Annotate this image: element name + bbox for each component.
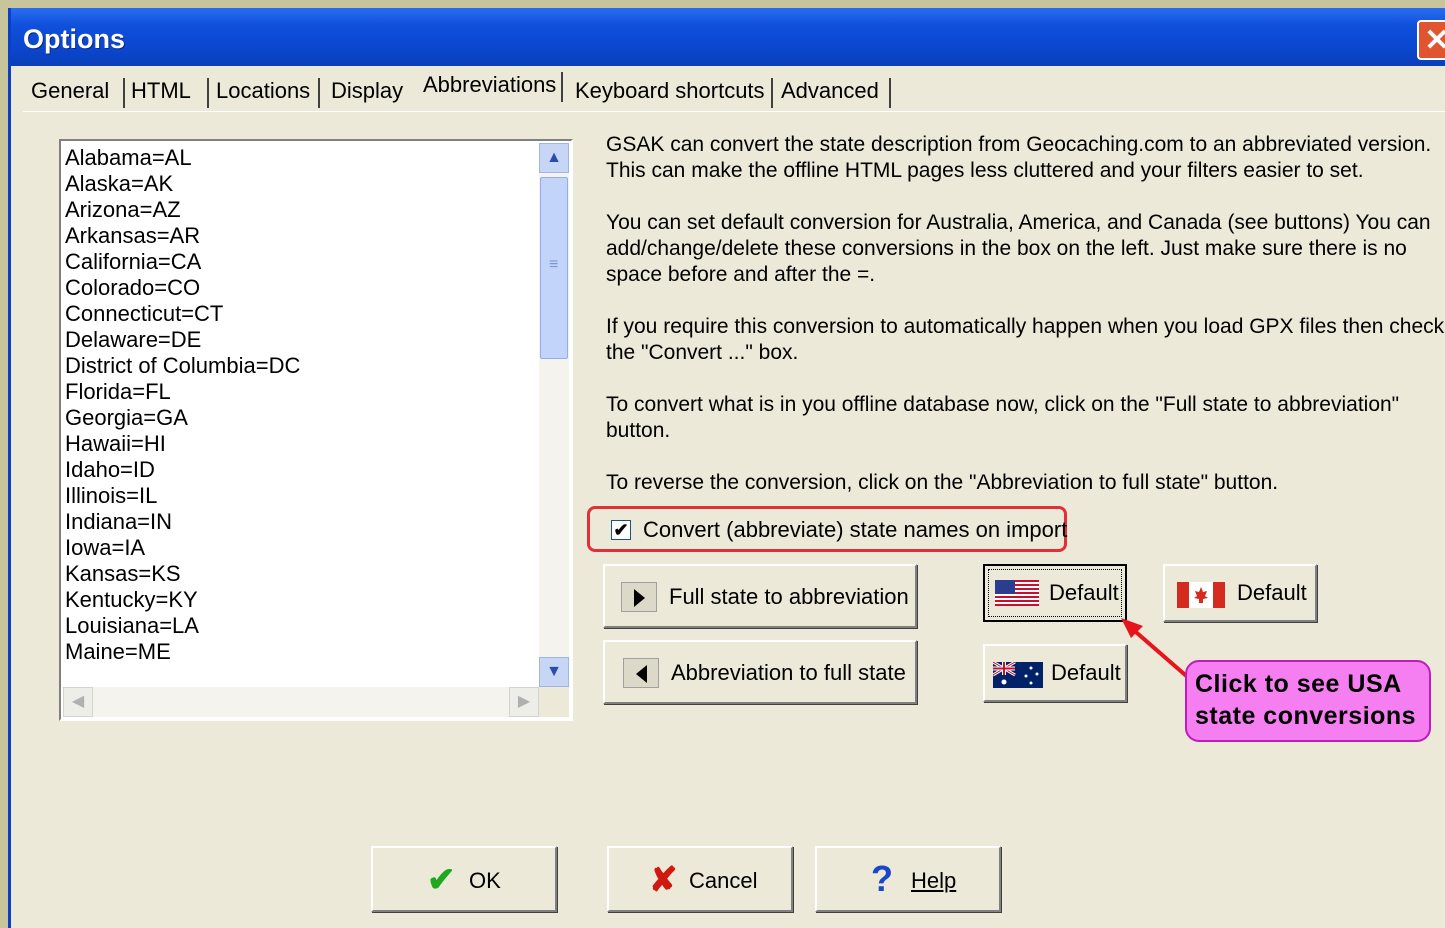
scroll-down-button[interactable]: ▼ [539,657,569,687]
description-line: To convert what is in you offline databa… [606,393,1400,416]
abbreviation-to-full-button[interactable]: Abbreviation to full state [603,640,917,704]
abbreviation-to-full-label: Abbreviation to full state [671,660,906,685]
play-right-icon [621,582,657,612]
cancel-button[interactable]: ✘ Cancel [607,846,793,912]
close-button[interactable]: ✕ [1417,20,1445,60]
default-canada-label: Default [1237,580,1307,605]
tab-locations[interactable]: Locations [216,78,320,108]
convert-checkbox-label[interactable]: Convert (abbreviate) state names on impo… [643,517,1067,543]
list-item[interactable]: Alabama=AL [65,145,192,171]
tab-panel-border [23,111,1445,112]
default-australia-button[interactable]: Default [983,644,1127,702]
tab-advanced[interactable]: Advanced [781,78,891,108]
grip-icon: ≡ [549,256,559,273]
list-item[interactable]: Alaska=AK [65,171,173,197]
tab-general[interactable]: General [31,78,125,108]
title-bar[interactable]: Options ✕ [11,8,1445,66]
default-usa-label: Default [1049,580,1119,605]
tab-abbreviations[interactable]: Abbreviations [423,72,563,102]
default-usa-button[interactable]: Default [983,564,1127,622]
usa-callout: Click to see USA state conversions [1185,660,1431,742]
list-item[interactable]: Kansas=KS [65,561,181,587]
usa-flag-icon [995,580,1039,606]
australia-flag-icon [993,662,1043,688]
list-item[interactable]: Indiana=IN [65,509,172,535]
scroll-left-button[interactable]: ◀ [63,687,93,717]
list-item[interactable]: Georgia=GA [65,405,188,431]
chevron-right-icon: ▶ [517,693,531,710]
list-item[interactable]: Louisiana=LA [65,613,199,639]
tab-keyboard-shortcuts[interactable]: Keyboard shortcuts [575,78,773,108]
list-item[interactable]: Connecticut=CT [65,301,223,327]
scroll-corner [539,687,569,717]
options-dialog: Options ✕ General HTML Locations Display… [8,8,1445,928]
description-line: If you require this conversion to automa… [606,315,1445,338]
description-line: You can set default conversion for Austr… [606,211,1431,234]
vertical-scrollbar[interactable]: ▲ ≡ ▼ [539,143,569,687]
description-line: button. [606,419,671,442]
description-line: GSAK can convert the state description f… [606,133,1432,156]
convert-checkbox[interactable]: ✔ [611,520,631,540]
full-to-abbreviation-label: Full state to abbreviation [669,584,909,609]
description-line: add/change/delete these conversions in t… [606,237,1407,260]
list-item[interactable]: Kentucky=KY [65,587,198,613]
list-item[interactable]: California=CA [65,249,201,275]
ok-label: OK [469,868,501,893]
callout-line-1: Click to see USA [1195,670,1402,698]
x-icon: ✘ [649,861,678,899]
list-item[interactable]: Maine=ME [65,639,171,665]
abbreviation-list[interactable]: Alabama=AL Alaska=AK Arizona=AZ Arkansas… [59,139,573,721]
window-title: Options [23,24,125,54]
play-left-icon [623,658,659,688]
tab-display[interactable]: Display [331,78,415,108]
list-item[interactable]: Hawaii=HI [65,431,166,457]
list-item[interactable]: Arizona=AZ [65,197,181,223]
scroll-right-button[interactable]: ▶ [509,687,539,717]
close-icon: ✕ [1424,24,1445,57]
tab-html[interactable]: HTML [131,78,209,108]
description-line: This can make the offline HTML pages les… [606,159,1364,182]
list-item[interactable]: District of Columbia=DC [65,353,300,379]
list-item[interactable]: Idaho=ID [65,457,155,483]
description-line: To reverse the conversion, click on the … [606,471,1279,494]
list-item[interactable]: Iowa=IA [65,535,145,561]
description-line: space before and after the =. [606,263,876,286]
cancel-label: Cancel [689,868,758,893]
scroll-thumb[interactable]: ≡ [540,177,568,359]
chevron-down-icon: ▼ [546,663,562,680]
ok-button[interactable]: ✔ OK [371,846,557,912]
list-item[interactable]: Delaware=DE [65,327,201,353]
checkmark-icon: ✔ [427,861,456,899]
chevron-up-icon: ▲ [546,149,562,166]
description-line: the "Convert ..." box. [606,341,799,364]
callout-line-2: state conversions [1195,702,1417,730]
question-icon: ? [871,858,893,899]
horizontal-scrollbar[interactable]: ◀ ▶ [63,687,539,717]
list-item[interactable]: Florida=FL [65,379,171,405]
help-button[interactable]: ? Help [815,846,1001,912]
list-item[interactable]: Illinois=IL [65,483,157,509]
canada-flag-icon [1177,582,1225,608]
help-label: Help [911,868,957,893]
chevron-left-icon: ◀ [71,693,85,710]
list-item[interactable]: Colorado=CO [65,275,200,301]
list-item[interactable]: Arkansas=AR [65,223,200,249]
scroll-up-button[interactable]: ▲ [539,143,569,173]
full-to-abbreviation-button[interactable]: Full state to abbreviation [603,564,917,628]
checkmark-icon: ✔ [613,520,629,540]
